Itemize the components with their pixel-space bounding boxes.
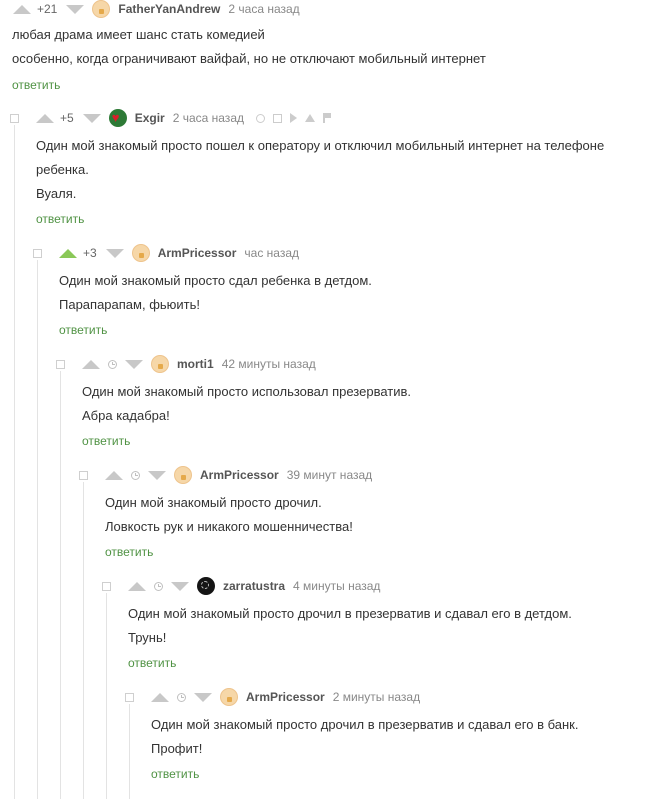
comment-header: +3 ArmPricessor час назад xyxy=(59,244,299,262)
collapse-thread-button[interactable] xyxy=(33,249,42,258)
downvote-arrow-icon[interactable] xyxy=(105,248,124,258)
comment-text-line: Один мой знакомый просто сдал ребенка в … xyxy=(59,273,372,288)
doll-avatar-icon[interactable] xyxy=(131,244,150,262)
thread-guide-line xyxy=(14,125,15,799)
doll-avatar-icon[interactable] xyxy=(174,466,192,484)
reply-link[interactable]: ответить xyxy=(151,767,199,781)
downvote-arrow-icon[interactable] xyxy=(171,581,189,591)
collapse-thread-button[interactable] xyxy=(125,693,134,702)
upvote-arrow-icon[interactable] xyxy=(105,470,123,480)
doll-avatar-icon[interactable] xyxy=(220,688,238,706)
dark-avatar-icon[interactable] xyxy=(197,577,215,595)
comment-tools xyxy=(256,113,331,123)
comment-header: +21 FatherYanAndrew 2 часа назад xyxy=(13,0,300,18)
reply-link[interactable]: ответить xyxy=(12,78,60,92)
comment-username[interactable]: ArmPricessor xyxy=(158,246,237,260)
comment-text-line: Один мой знакомый просто дрочил. xyxy=(105,495,322,510)
comment-timestamp: 42 минуты назад xyxy=(221,357,316,371)
comment-score: +5 xyxy=(60,111,74,125)
collapse-thread-button[interactable] xyxy=(102,582,111,591)
clock-icon xyxy=(131,470,140,480)
comment-text-line: Вуаля. xyxy=(36,186,77,201)
comment-timestamp: 2 часа назад xyxy=(172,111,244,125)
comment-header: zarratustra 4 минуты назад xyxy=(128,577,380,595)
comment-text-line: ребенка. xyxy=(36,162,89,177)
comment-username[interactable]: FatherYanAndrew xyxy=(118,2,220,16)
comment-header: ArmPricessor 39 минут назад xyxy=(105,466,372,484)
upvote-arrow-icon[interactable] xyxy=(82,359,100,369)
reply-link[interactable]: ответить xyxy=(36,212,84,226)
comment-text-line: Ловкость рук и никакого мошенничества! xyxy=(105,519,353,534)
reply-link[interactable]: ответить xyxy=(128,656,176,670)
comment-score: +21 xyxy=(37,2,58,16)
comment-header: morti1 42 минуты назад xyxy=(82,355,316,373)
comment-text-line: Парапарапам, фьюить! xyxy=(59,297,201,312)
comment-timestamp: 2 часа назад xyxy=(228,2,300,16)
comment-text-line: Трунь! xyxy=(128,630,167,645)
upvote-arrow-icon[interactable] xyxy=(151,692,169,702)
flag-icon[interactable] xyxy=(323,113,331,123)
collapse-thread-button[interactable] xyxy=(56,360,65,369)
downvote-arrow-icon[interactable] xyxy=(66,4,85,14)
comment-text-line: Один мой знакомый просто дрочил в презер… xyxy=(151,717,579,732)
comment-score: +3 xyxy=(83,246,97,260)
doll-avatar-icon[interactable] xyxy=(151,355,169,373)
comment-text-line: любая драма имеет шанс стать комедией xyxy=(12,27,265,42)
comment-username[interactable]: morti1 xyxy=(177,357,214,371)
clock-icon xyxy=(154,581,163,591)
share-icon[interactable] xyxy=(305,114,315,122)
downvote-arrow-icon[interactable] xyxy=(194,692,212,702)
comment-username[interactable]: Exgir xyxy=(135,111,165,125)
downvote-arrow-icon[interactable] xyxy=(82,113,101,123)
reply-link[interactable]: ответить xyxy=(105,545,153,559)
thread-guide-line xyxy=(129,704,130,799)
collapse-thread-button[interactable] xyxy=(10,114,19,123)
thread-guide-line xyxy=(60,371,61,799)
comment-timestamp: 4 минуты назад xyxy=(293,579,381,593)
comment-text-line: Абра кадабра! xyxy=(82,408,170,423)
comment-username[interactable]: ArmPricessor xyxy=(246,690,325,704)
doll-avatar-icon[interactable] xyxy=(92,0,111,18)
thread-guide-line xyxy=(106,593,107,799)
comment-timestamp: час назад xyxy=(244,246,300,260)
comment-username[interactable]: zarratustra xyxy=(223,579,285,593)
comment-header: +5 Exgir 2 часа назад xyxy=(36,109,331,127)
reply-link[interactable]: ответить xyxy=(59,323,107,337)
upvote-arrow-icon[interactable] xyxy=(59,248,77,258)
clock-icon xyxy=(177,692,186,702)
collapse-thread-button[interactable] xyxy=(79,471,88,480)
arrow-icon[interactable] xyxy=(290,113,297,123)
downvote-arrow-icon[interactable] xyxy=(125,359,143,369)
downvote-arrow-icon[interactable] xyxy=(148,470,166,480)
link-icon[interactable] xyxy=(256,113,265,123)
comment-text-line: Один мой знакомый просто пошел к операто… xyxy=(36,138,605,153)
comment-text-line: Профит! xyxy=(151,741,203,756)
comment-text-line: особенно, когда ограничивают вайфай, но … xyxy=(12,51,486,66)
upvote-arrow-icon[interactable] xyxy=(36,113,54,123)
comment-text-line: Один мой знакомый просто дрочил в презер… xyxy=(128,606,572,621)
reply-link[interactable]: ответить xyxy=(82,434,130,448)
comment-timestamp: 2 минуты назад xyxy=(332,690,421,704)
save-icon[interactable] xyxy=(273,113,282,123)
clock-icon xyxy=(108,359,117,369)
comment-text-line: Один мой знакомый просто использовал пре… xyxy=(82,384,412,399)
comment-header: ArmPricessor 2 минуты назад xyxy=(151,688,420,706)
thread-guide-line xyxy=(83,482,84,799)
comment-username[interactable]: ArmPricessor xyxy=(200,468,279,482)
thread-guide-line xyxy=(37,260,38,799)
comment-timestamp: 39 минут назад xyxy=(286,468,373,482)
upvote-arrow-icon[interactable] xyxy=(128,581,146,591)
upvote-arrow-icon[interactable] xyxy=(13,4,31,14)
heart-avatar-icon[interactable] xyxy=(108,109,127,127)
